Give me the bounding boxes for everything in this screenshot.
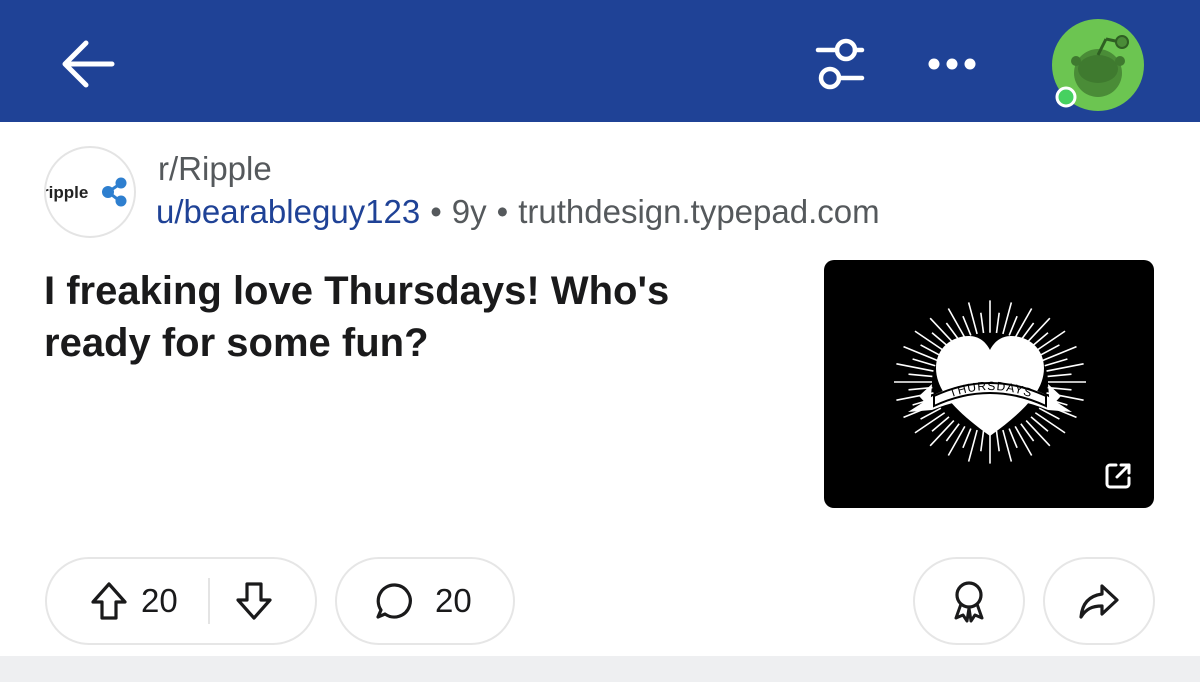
post-age: 9y	[451, 193, 487, 230]
sunburst-ray	[995, 430, 1000, 452]
link-domain[interactable]: truthdesign.typepad.com	[518, 193, 879, 230]
sunburst-ray	[1002, 429, 1013, 462]
top-bar	[0, 0, 1200, 122]
comment-count: 20	[435, 582, 472, 619]
sunburst-ray	[896, 363, 934, 372]
meta-separator: •	[496, 193, 509, 230]
user-avatar-button[interactable]	[1050, 17, 1146, 113]
author-link[interactable]: u/bearableguy123	[156, 193, 420, 230]
sunburst-ray	[912, 358, 936, 367]
external-link-icon	[1105, 463, 1131, 489]
sunburst-ray	[1014, 426, 1033, 456]
share-button[interactable]	[1043, 557, 1155, 645]
link-thumbnail[interactable]: THURSDAYS	[824, 260, 1154, 508]
ripple-logo-icon: ripple	[46, 177, 127, 207]
sunburst-ray	[1034, 330, 1066, 352]
sunburst-ray	[1034, 412, 1066, 434]
sunburst-ray	[1044, 358, 1068, 367]
svg-text:ripple: ripple	[46, 183, 88, 202]
sunburst-ray	[1041, 345, 1077, 362]
sunburst-ray	[962, 315, 972, 336]
sunburst-ray	[967, 302, 978, 335]
filter-button[interactable]	[800, 28, 880, 100]
sunburst-ray	[947, 308, 966, 338]
sunburst-ray	[908, 373, 933, 378]
upvote-arrow-icon	[91, 582, 127, 620]
share-arrow-icon	[1079, 584, 1119, 619]
snoo-avatar-icon	[1052, 19, 1144, 111]
sunburst-ray	[947, 426, 966, 456]
sunburst-ray	[903, 345, 939, 362]
award-button[interactable]	[913, 557, 1025, 645]
sunburst-ray	[967, 429, 978, 462]
vote-count: 20	[141, 582, 178, 619]
meta-separator: •	[430, 193, 442, 230]
downvote-arrow-icon	[236, 582, 272, 620]
post-title[interactable]: I freaking love Thursdays! Who's ready f…	[44, 265, 784, 369]
sliders-icon	[815, 38, 865, 90]
sunburst-ray	[962, 428, 972, 449]
sunburst-ray	[1047, 373, 1072, 378]
sunburst-ray	[1002, 302, 1013, 335]
back-button[interactable]	[52, 28, 124, 100]
post-meta: u/bearableguy123 • 9y • truthdesign.typepad.…	[156, 193, 880, 231]
subreddit-icon[interactable]: ripple	[44, 146, 136, 238]
downvote-button[interactable]	[222, 569, 286, 633]
sunburst-ray	[980, 430, 985, 452]
ellipsis-icon	[928, 58, 976, 70]
comments-button[interactable]: 20	[335, 557, 515, 645]
vote-divider	[207, 578, 210, 624]
sunburst-ray	[1025, 317, 1051, 345]
more-options-button[interactable]	[912, 28, 992, 100]
vote-control: 20	[45, 557, 317, 645]
feed-separator	[0, 656, 1200, 682]
sunburst-ray	[1046, 363, 1084, 372]
arrow-left-icon	[62, 40, 115, 88]
comment-icon-wrap	[367, 573, 423, 629]
sunburst-ray	[914, 412, 946, 434]
sunburst-ray	[1008, 315, 1018, 336]
sunburst-ray	[914, 330, 946, 352]
sunburst-ray	[929, 419, 955, 447]
comment-bubble-icon	[376, 583, 412, 619]
subreddit-name[interactable]: r/Ripple	[158, 150, 272, 188]
sunburst-ray	[929, 317, 955, 345]
sunburst-ray	[1014, 308, 1033, 338]
sunburst-ray	[1008, 428, 1018, 449]
upvote-button[interactable]	[77, 569, 141, 633]
sunburst-ray	[995, 312, 1000, 334]
award-icon	[954, 581, 984, 623]
sunburst-ray	[1025, 419, 1051, 447]
sunburst-ray	[980, 312, 985, 334]
